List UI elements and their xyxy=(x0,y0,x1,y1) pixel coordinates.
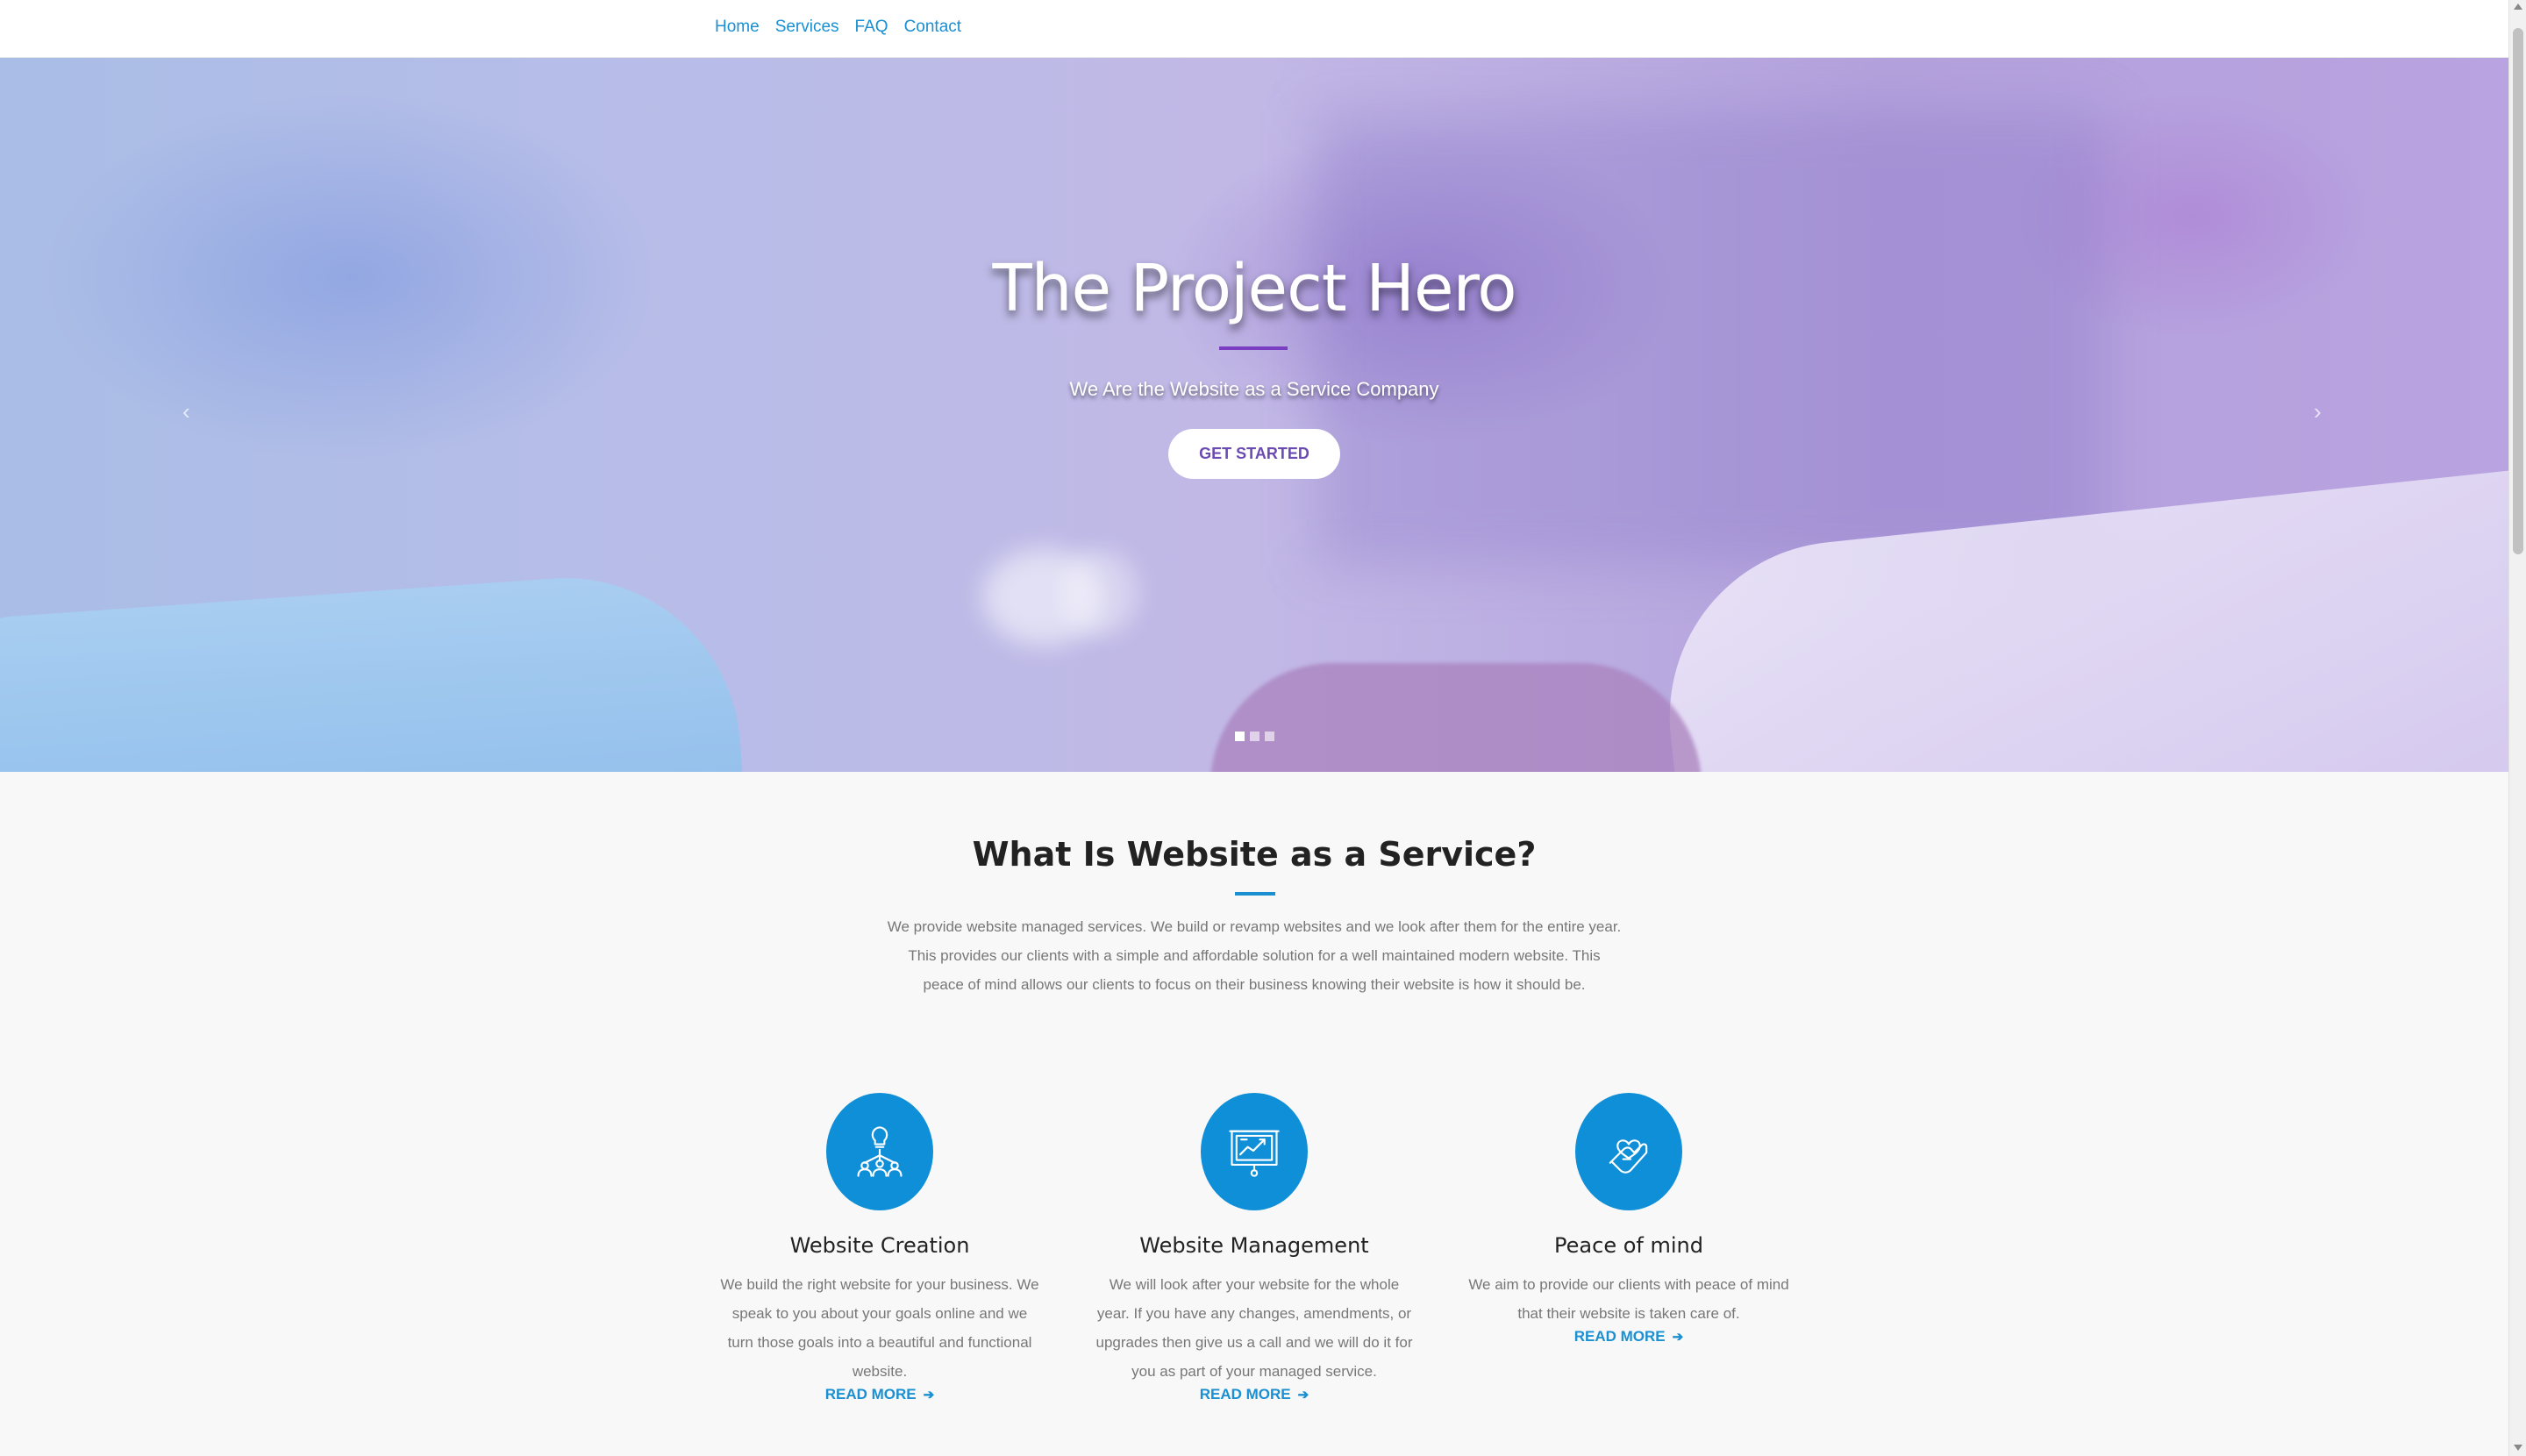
carousel-dot-3[interactable] xyxy=(1265,732,1274,741)
read-more-link[interactable]: READ MORE ➔ xyxy=(1200,1386,1309,1403)
feature-website-management: Website Management We will look after yo… xyxy=(1088,1093,1421,1403)
scroll-up-icon[interactable] xyxy=(2514,4,2522,10)
section-divider xyxy=(1235,892,1275,896)
arrow-right-icon: ➔ xyxy=(923,1388,935,1402)
team-idea-icon xyxy=(826,1093,933,1210)
carousel-indicators xyxy=(1235,732,1274,741)
arrow-right-icon: ➔ xyxy=(1672,1330,1684,1345)
feature-title: Website Management xyxy=(1139,1233,1369,1258)
feature-text: We aim to provide our clients with peace… xyxy=(1468,1276,1789,1322)
carousel-next-icon[interactable]: › xyxy=(2314,398,2322,425)
carousel-dot-2[interactable] xyxy=(1250,732,1259,741)
nav-link-faq[interactable]: FAQ xyxy=(855,18,888,37)
hero-background-light xyxy=(1061,549,1140,637)
nav-links: Home Services FAQ Contact xyxy=(715,18,961,37)
scrollbar-thumb[interactable] xyxy=(2513,28,2523,554)
hero-subtitle: We Are the Website as a Service Company xyxy=(1069,378,1439,400)
arrow-right-icon: ➔ xyxy=(1297,1388,1309,1402)
feature-title: Website Creation xyxy=(789,1233,970,1258)
read-more-label: READ MORE xyxy=(824,1386,917,1402)
nav-link-services[interactable]: Services xyxy=(775,18,839,37)
section-title: What Is Website as a Service? xyxy=(972,835,1537,874)
hand-heart-icon xyxy=(1575,1093,1682,1210)
presentation-chart-icon xyxy=(1201,1093,1308,1210)
read-more-link[interactable]: READ MORE ➔ xyxy=(1574,1328,1683,1345)
hero-title: The Project Hero xyxy=(992,251,1516,326)
page-scrollbar[interactable] xyxy=(2508,0,2526,1456)
carousel-prev-icon[interactable]: ‹ xyxy=(182,398,190,425)
nav-link-contact[interactable]: Contact xyxy=(904,18,961,37)
hero-background-handshake xyxy=(1210,663,1702,772)
read-more-label: READ MORE xyxy=(1199,1386,1291,1402)
carousel-dot-1[interactable] xyxy=(1235,732,1245,741)
nav-link-home[interactable]: Home xyxy=(715,18,760,37)
hero-background-sleeve xyxy=(0,566,744,772)
read-more-link[interactable]: READ MORE ➔ xyxy=(825,1386,934,1403)
section-description: We provide website managed services. We … xyxy=(887,918,1622,993)
feature-text: We build the right website for your busi… xyxy=(720,1276,1039,1380)
get-started-button[interactable]: GET STARTED xyxy=(1168,429,1340,479)
feature-peace-of-mind: Peace of mind We aim to provide our clie… xyxy=(1462,1093,1795,1345)
hero-carousel: The Project Hero We Are the Website as a… xyxy=(0,58,2508,772)
scroll-down-icon[interactable] xyxy=(2514,1445,2522,1451)
feature-text: We will look after your website for the … xyxy=(1095,1276,1413,1380)
read-more-label: READ MORE xyxy=(1573,1328,1666,1345)
feature-title: Peace of mind xyxy=(1554,1233,1703,1258)
feature-website-creation: Website Creation We build the right webs… xyxy=(713,1093,1046,1403)
hero-background-shape xyxy=(1316,111,2105,567)
hero-divider xyxy=(1219,346,1288,350)
top-navbar: Home Services FAQ Contact xyxy=(0,0,2508,58)
